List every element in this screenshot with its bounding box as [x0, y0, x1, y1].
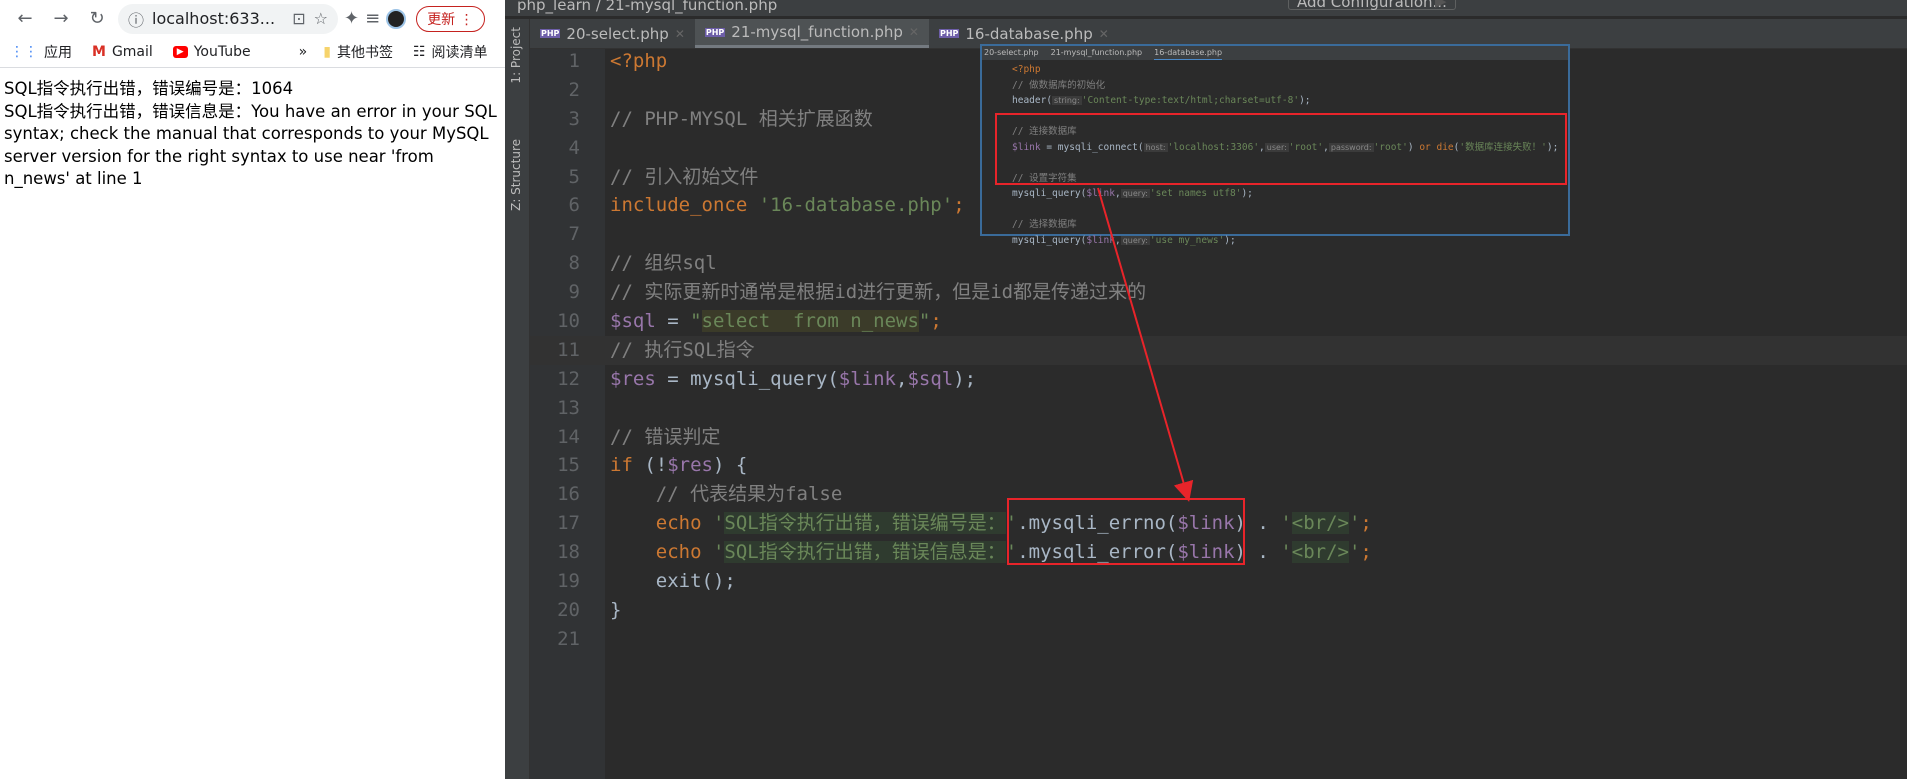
- arrow-line: [1097, 187, 1194, 502]
- annotation-arrow: [1097, 187, 1194, 502]
